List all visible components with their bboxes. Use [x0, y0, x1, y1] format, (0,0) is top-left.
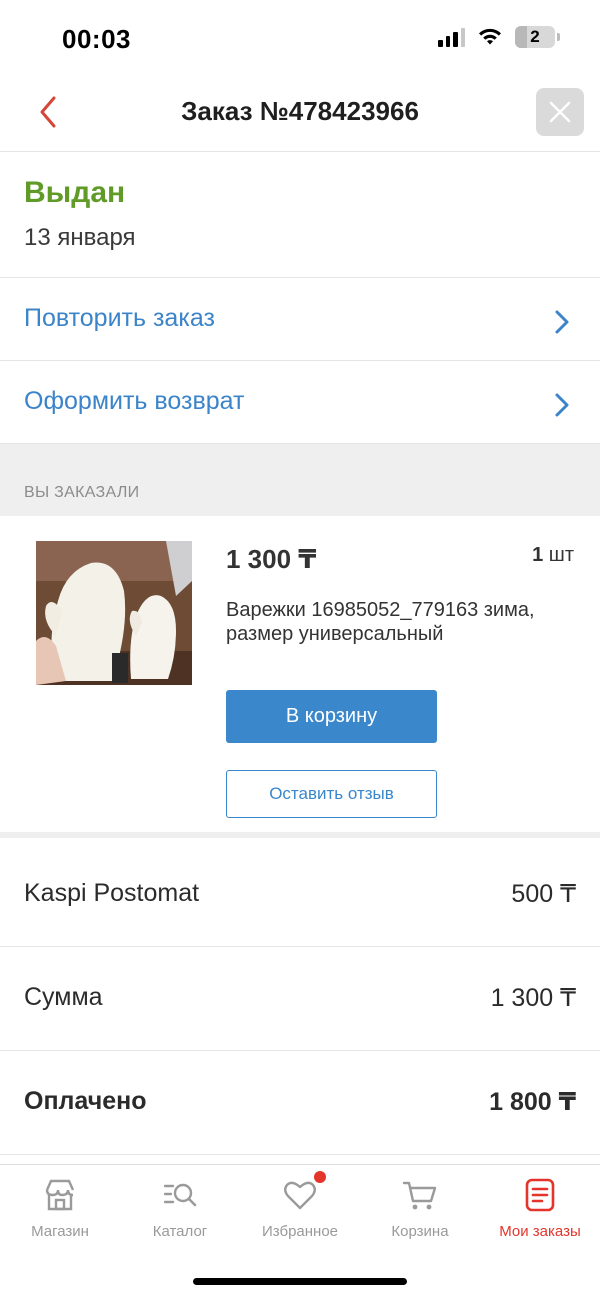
delivery-row: Kaspi Postomat 500 ₸ — [0, 843, 600, 947]
product-card: 1 300 ₸ 1 шт Варежки 16985052_779163 зим… — [0, 516, 600, 838]
order-status: Выдан — [24, 176, 126, 209]
product-quantity: 1 шт — [532, 544, 574, 567]
repeat-order-row[interactable]: Повторить заказ — [0, 278, 600, 361]
product-name[interactable]: Варежки 16985052_779163 зима, размер уни… — [226, 598, 546, 646]
close-icon — [549, 101, 571, 123]
header: Заказ №478423966 — [0, 80, 600, 152]
sum-label: Сумма — [24, 983, 103, 1011]
orders-icon — [525, 1178, 555, 1212]
heart-icon — [284, 1181, 316, 1210]
order-date: 13 января — [24, 224, 136, 251]
home-indicator[interactable] — [193, 1278, 407, 1285]
catalog-search-icon — [163, 1183, 197, 1207]
cart-icon — [402, 1181, 437, 1210]
return-order-row[interactable]: Оформить возврат — [0, 361, 600, 444]
paid-row: Оплачено 1 800 ₸ — [0, 1051, 600, 1155]
leave-review-button[interactable]: Оставить отзыв — [226, 770, 437, 818]
quantity-number: 1 — [532, 544, 544, 566]
repeat-order-label: Повторить заказ — [24, 304, 215, 332]
nav-item-cart[interactable]: Корзина — [360, 1165, 480, 1255]
battery-level: 2 — [530, 27, 540, 46]
mittens-photo — [36, 541, 192, 685]
delivery-label: Kaspi Postomat — [24, 879, 200, 907]
battery-tip — [557, 33, 560, 41]
page-title: Заказ №478423966 — [181, 96, 419, 126]
return-order-label: Оформить возврат — [24, 387, 245, 415]
sum-row: Сумма 1 300 ₸ — [0, 947, 600, 1051]
chevron-right-icon — [555, 393, 569, 417]
wifi-icon — [479, 28, 501, 45]
chevron-right-icon — [555, 310, 569, 334]
status-time: 00:03 — [62, 24, 131, 54]
notification-dot — [314, 1171, 326, 1183]
status-bar: 00:03 2 — [0, 0, 600, 80]
order-status-section: Выдан 13 января — [0, 152, 600, 278]
status-icons: 2 — [438, 26, 560, 48]
nav-item-favorites[interactable]: Избранное — [240, 1165, 360, 1255]
quantity-unit: шт — [548, 544, 574, 566]
add-to-cart-button[interactable]: В корзину — [226, 690, 437, 743]
store-icon — [45, 1179, 75, 1211]
paid-label: Оплачено — [24, 1087, 147, 1115]
ordered-label: ВЫ ЗАКАЗАЛИ — [24, 484, 140, 501]
heart-icon-wrap — [282, 1171, 326, 1213]
nav-item-orders[interactable]: Мои заказы — [480, 1165, 600, 1255]
nav-item-catalog[interactable]: Каталог — [120, 1165, 240, 1255]
section-header: ВЫ ЗАКАЗАЛИ — [0, 444, 600, 516]
nav-item-store[interactable]: Магазин — [0, 1165, 120, 1255]
nav-label-store: Магазин — [31, 1223, 89, 1240]
close-button[interactable] — [536, 88, 584, 136]
nav-label-catalog: Каталог — [152, 1223, 208, 1240]
sum-value: 1 300 ₸ — [490, 984, 576, 1012]
delivery-value: 500 ₸ — [511, 880, 576, 908]
battery-icon: 2 — [515, 26, 555, 48]
nav-label-favorites: Избранное — [261, 1223, 339, 1240]
product-image[interactable] — [36, 541, 192, 685]
signal-icon — [438, 27, 465, 47]
nav-label-orders: Мои заказы — [499, 1223, 581, 1240]
product-price: 1 300 ₸ — [226, 544, 317, 574]
paid-value: 1 800 ₸ — [489, 1088, 576, 1116]
bottom-nav: Магазин Каталог Избранное Корзина Мои за… — [0, 1164, 600, 1297]
nav-label-cart: Корзина — [391, 1223, 449, 1240]
